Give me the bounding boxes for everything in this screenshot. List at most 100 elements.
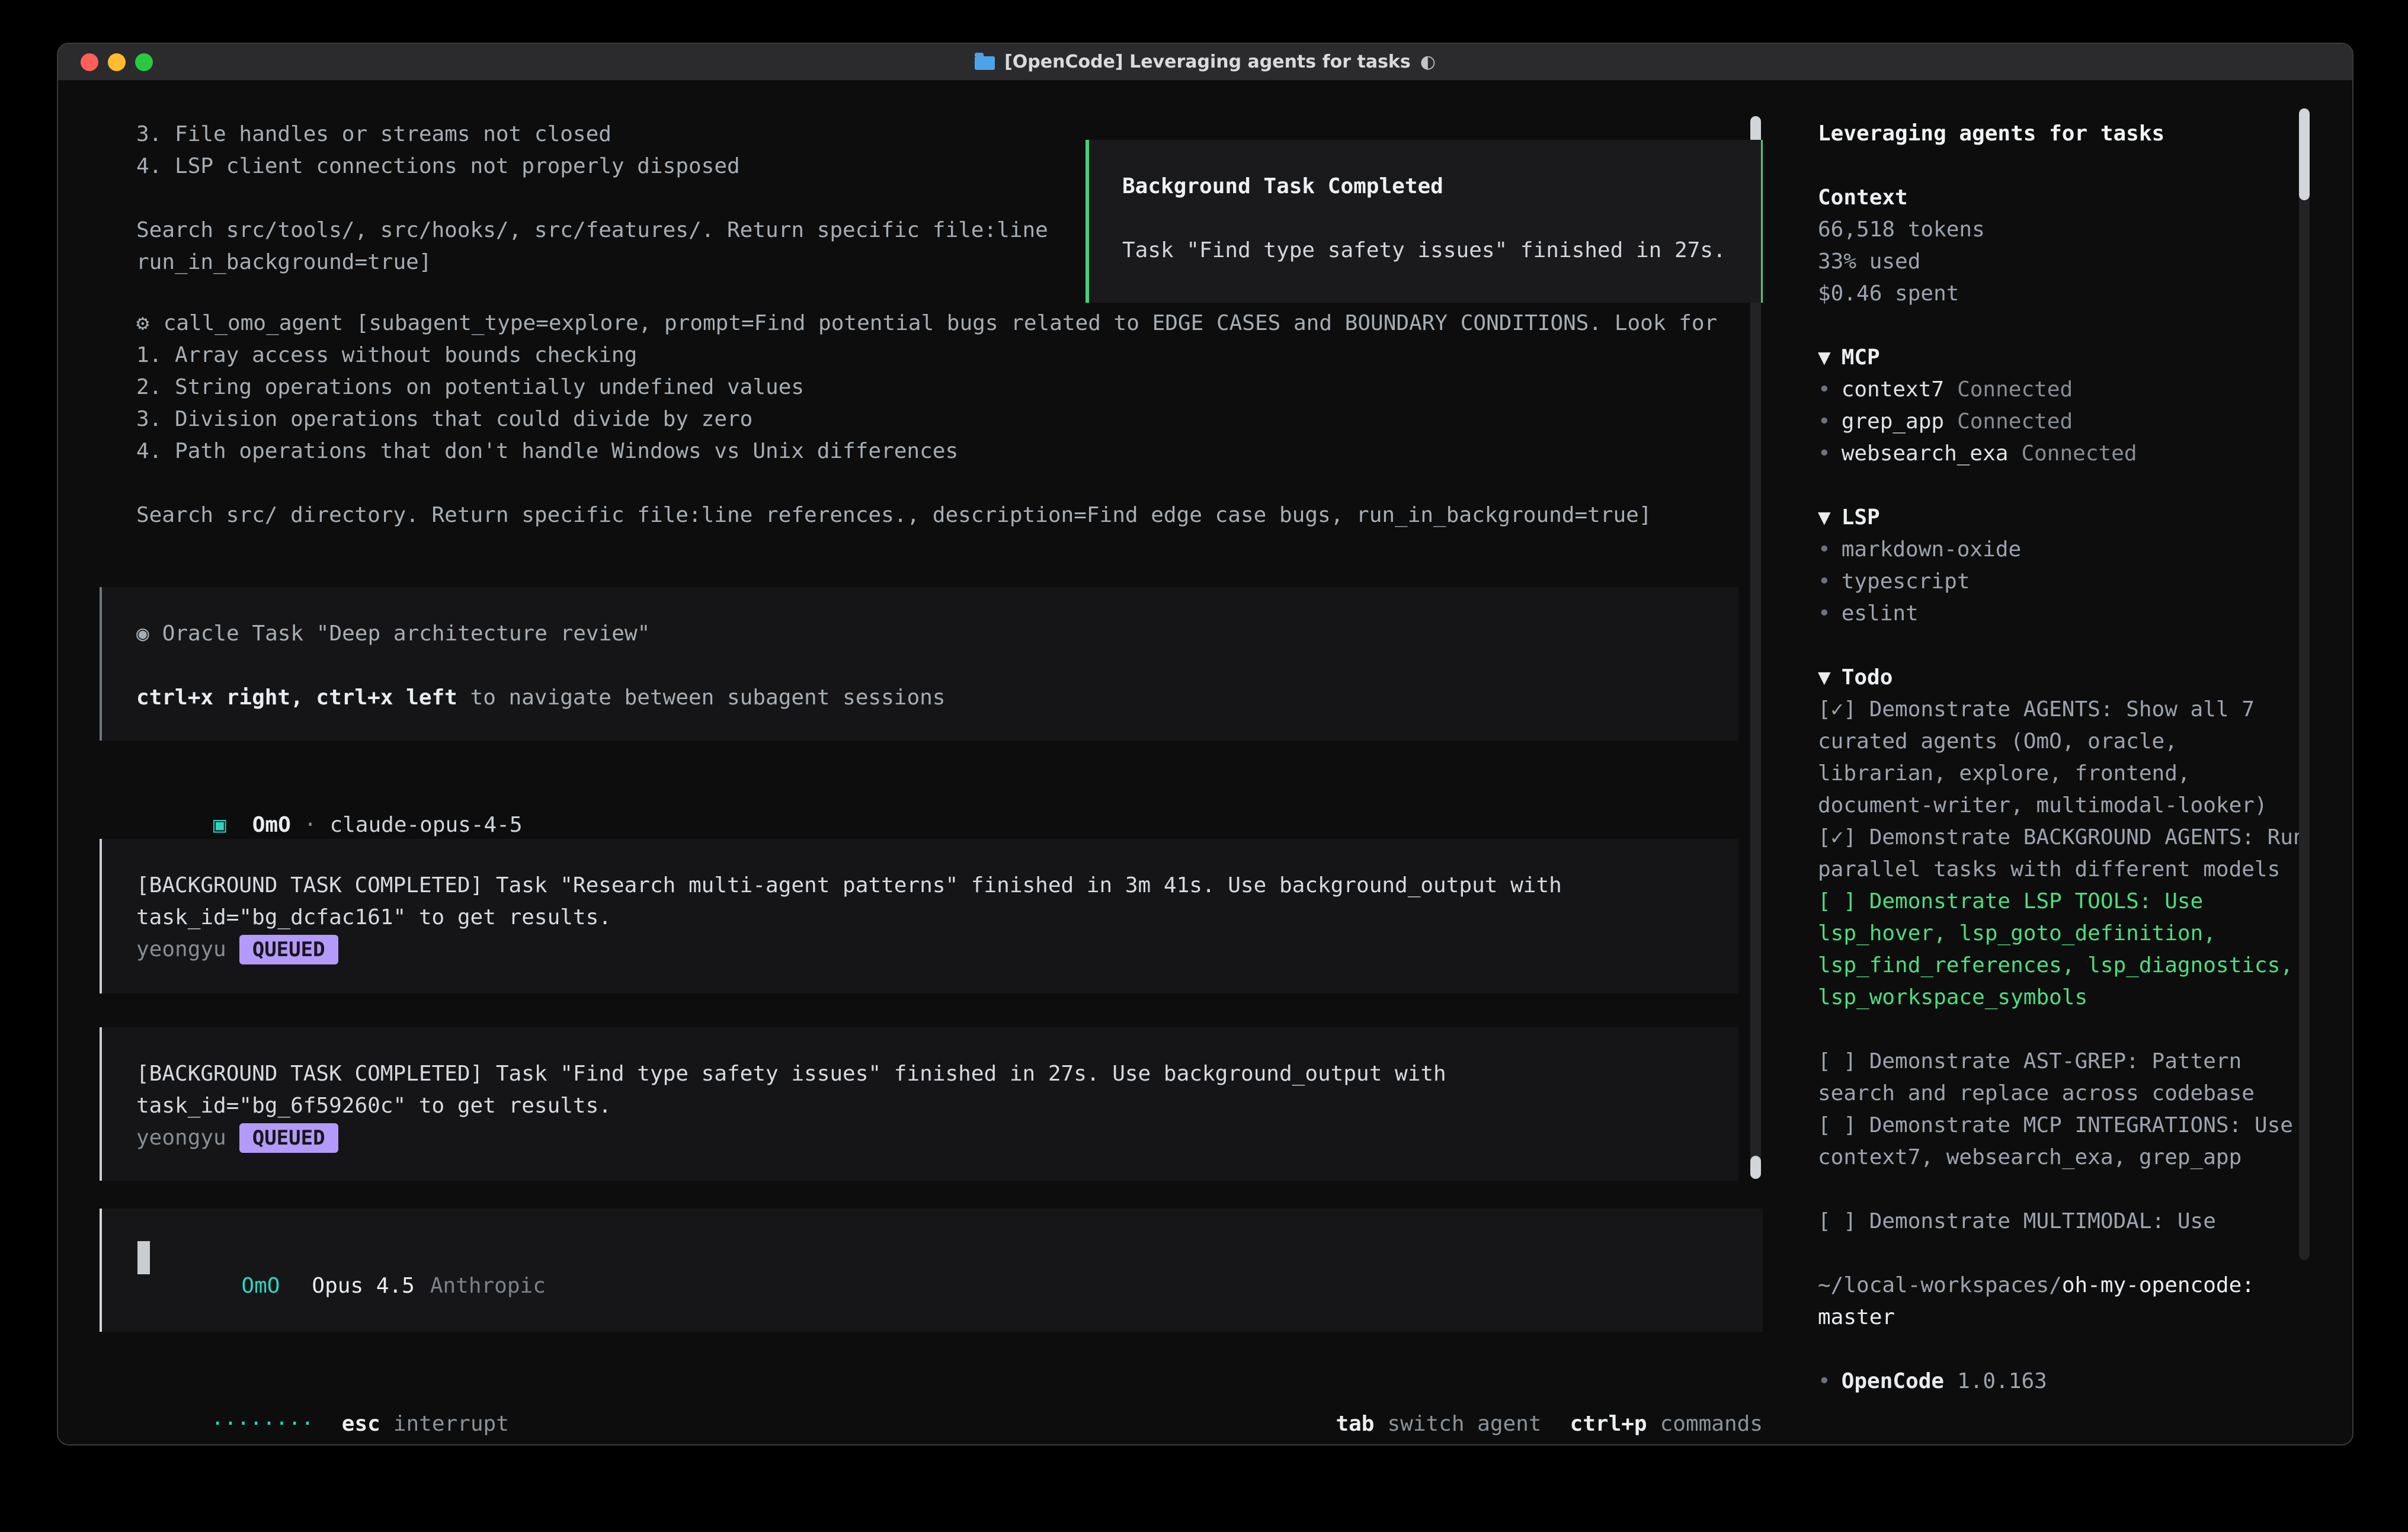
- agent-name: OmO: [252, 813, 291, 837]
- input-meta: OmO Opus 4.5 Anthropic: [139, 1249, 546, 1323]
- log-line: 3. File handles or streams not closed: [136, 118, 1048, 150]
- workspace-path: ~/local-workspaces/oh-my-opencode: maste…: [1818, 1270, 2316, 1334]
- fisheye-icon: ◉: [136, 621, 149, 646]
- app-name: OpenCode: [1842, 1369, 1944, 1393]
- mcp-header-label: MCP: [1842, 345, 1880, 370]
- lsp-item: • typescript: [1818, 566, 2316, 598]
- lsp-item-name: eslint: [1842, 601, 1919, 626]
- traffic-lights: [81, 53, 153, 71]
- workspace-branch: master: [1818, 1302, 2316, 1334]
- agent-model: claude-opus-4-5: [329, 813, 522, 837]
- notification-toast: Background Task Completed Task "Find typ…: [1085, 140, 1763, 303]
- mcp-item: •websearch_exaConnected: [1818, 438, 2316, 470]
- lsp-item: • eslint: [1818, 598, 2316, 630]
- input-agent-name: OmO: [241, 1274, 280, 1298]
- mcp-item-status: Connected: [1957, 409, 2073, 434]
- spacer-line: [136, 650, 1715, 682]
- task-user: yeongyu: [136, 1126, 226, 1150]
- titlebar[interactable]: [OpenCode] Leveraging agents for tasks ◐: [58, 44, 2352, 81]
- lsp-header-label: LSP: [1842, 505, 1880, 530]
- tool-call-text: call_omo_agent [subagent_type=explore, p…: [164, 311, 1718, 335]
- lsp-item-name: typescript: [1842, 569, 1970, 594]
- task-user: yeongyu: [136, 937, 226, 961]
- bullet-icon: •: [1818, 1369, 1831, 1393]
- oracle-task-title-line: ◉Oracle Task "Deep architecture review": [136, 618, 1715, 650]
- todo-item: [✓] Demonstrate BACKGROUND AGENTS: Run p…: [1818, 822, 2316, 886]
- lsp-item: •markdown-oxide: [1818, 534, 2316, 566]
- task-meta-line: yeongyu QUEUED: [136, 1122, 1715, 1154]
- window-title-text: [OpenCode] Leveraging agents for tasks: [1004, 52, 1411, 72]
- todo-item: [ ] Demonstrate MULTIMODAL: Use: [1818, 1206, 2316, 1238]
- todo-item: [✓] Demonstrate AGENTS: Show all 7 curat…: [1818, 694, 2316, 822]
- bullet-icon: •: [1818, 441, 1831, 466]
- todo-section-header[interactable]: ▼Todo: [1818, 662, 2316, 694]
- session-title: Leveraging agents for tasks: [1818, 118, 2316, 150]
- workspace-path-prefix: ~/local-workspaces/: [1818, 1273, 2062, 1297]
- log-line: run_in_background=true]: [136, 246, 1048, 278]
- task-message-line: [BACKGROUND TASK COMPLETED] Task "Find t…: [136, 1058, 1715, 1090]
- task-meta-line: yeongyu QUEUED: [136, 934, 1715, 966]
- status-badge: QUEUED: [239, 935, 338, 964]
- log-line: 4. LSP client connections not properly d…: [136, 150, 1048, 182]
- context-tokens: 66,518 tokens: [1818, 214, 2316, 246]
- context-header: Context: [1818, 182, 2316, 214]
- agent-separator: ·: [304, 813, 317, 837]
- context-spent: $0.46 spent: [1818, 278, 2316, 310]
- activity-dots-icon: ········: [211, 1412, 313, 1436]
- bullet-icon: •: [1818, 601, 1831, 626]
- minimize-button[interactable]: [108, 53, 126, 71]
- status-badge: QUEUED: [239, 1123, 338, 1153]
- tool-arg-line: 4. Path operations that don't handle Win…: [136, 435, 1717, 467]
- status-bar: ········escinterrupt tabswitch agentctrl…: [108, 1376, 1763, 1446]
- notification-title: Background Task Completed: [1122, 171, 1761, 203]
- task-message-line: [BACKGROUND TASK COMPLETED] Task "Resear…: [136, 870, 1715, 902]
- oracle-hint-text: to navigate between subagent sessions: [457, 685, 946, 710]
- tool-call-block: ⚙call_omo_agent [subagent_type=explore, …: [136, 307, 1717, 531]
- tool-call-line: ⚙call_omo_agent [subagent_type=explore, …: [136, 307, 1717, 339]
- sidebar-scrollbar-thumb[interactable]: [2299, 108, 2310, 200]
- tab-key-label: switch agent: [1387, 1412, 1541, 1436]
- log-line: [136, 182, 1048, 214]
- sidebar-scrollbar-track[interactable]: [2299, 108, 2310, 1260]
- mcp-section-header[interactable]: ▼MCP: [1818, 342, 2316, 374]
- tool-arg-line: 3. Division operations that could divide…: [136, 403, 1717, 435]
- task-message-line: task_id="bg_dcfac161" to get results.: [136, 902, 1715, 934]
- lsp-item-name: markdown-oxide: [1842, 537, 2021, 562]
- workspace-repo: oh-my-opencode:: [2062, 1273, 2255, 1297]
- triangle-down-icon: ▼: [1818, 505, 1831, 530]
- lsp-section-header[interactable]: ▼ LSP: [1818, 502, 2316, 534]
- tool-arg-line: Search src/ directory. Return specific f…: [136, 499, 1717, 531]
- chat-log-top: 3. File handles or streams not closed 4.…: [136, 118, 1048, 278]
- notification-body: Task "Find type safety issues" finished …: [1122, 235, 1761, 267]
- esc-key-label: interrupt: [393, 1412, 509, 1436]
- close-button[interactable]: [81, 53, 98, 71]
- tab-key-hint: tab: [1336, 1412, 1374, 1436]
- tool-arg-line: [136, 467, 1717, 499]
- zoom-button[interactable]: [135, 53, 153, 71]
- ctrlp-key-label: commands: [1660, 1412, 1763, 1436]
- mcp-item: •context7Connected: [1818, 374, 2316, 406]
- terminal-window: [OpenCode] Leveraging agents for tasks ◐…: [57, 43, 2353, 1446]
- mcp-item-name: grep_app: [1842, 409, 1944, 434]
- bullet-icon: •: [1818, 409, 1831, 434]
- bullet-icon: •: [1818, 569, 1831, 594]
- agent-icon: ▣: [213, 813, 226, 837]
- mcp-item-name: websearch_exa: [1842, 441, 2009, 466]
- oracle-hint-line: ctrl+x right, ctrl+x left to navigate be…: [136, 682, 1715, 714]
- esc-key-hint: esc: [342, 1412, 380, 1436]
- background-task-panel: [BACKGROUND TASK COMPLETED] Task "Find t…: [100, 1027, 1738, 1181]
- todo-header-label: Todo: [1842, 665, 1893, 690]
- window-title: [OpenCode] Leveraging agents for tasks ◐: [975, 52, 1436, 72]
- oracle-hint-keys: ctrl+x right, ctrl+x left: [136, 685, 457, 710]
- input-model-name: Opus 4.5: [312, 1274, 414, 1298]
- main-scrollbar-thumb-bottom[interactable]: [1750, 1156, 1761, 1179]
- context-used: 33% used: [1818, 246, 2316, 278]
- input-provider-name: Anthropic: [430, 1274, 546, 1298]
- task-message-line: task_id="bg_6f59260c" to get results.: [136, 1090, 1715, 1122]
- tool-arg-line: 2. String operations on potentially unde…: [136, 371, 1717, 403]
- app-version: 1.0.163: [1957, 1369, 2047, 1393]
- todo-item: [ ] Demonstrate AST-GREP: Pattern search…: [1818, 1046, 2316, 1110]
- prompt-input[interactable]: OmO Opus 4.5 Anthropic: [100, 1209, 1763, 1332]
- context-section: Context 66,518 tokens 33% used $0.46 spe…: [1818, 182, 2316, 310]
- chat-area: 3. File handles or streams not closed 4.…: [58, 81, 1794, 1446]
